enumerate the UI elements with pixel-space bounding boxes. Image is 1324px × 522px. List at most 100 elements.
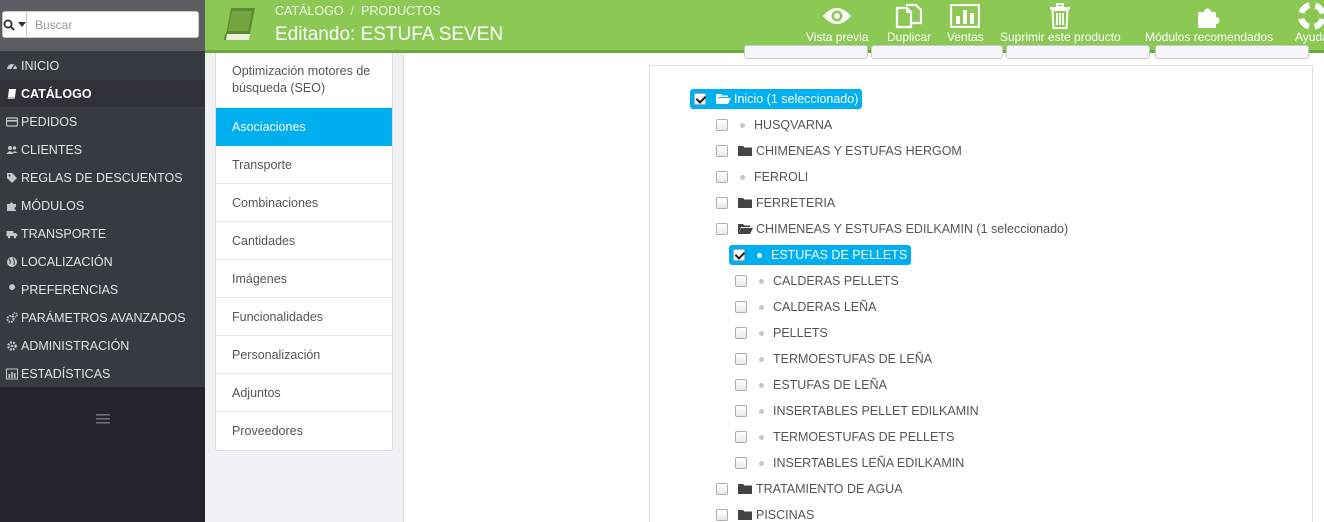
main-menu: INICIO CATÁLOGO PEDIDOS CLIENTES REGLAS … — [0, 51, 205, 387]
category-checkbox[interactable] — [716, 223, 728, 235]
tree-node-label[interactable]: ESTUFAS DE PELLETS — [771, 248, 907, 262]
tree-node-husqvarna[interactable]: HUSQVARNA — [716, 115, 832, 135]
category-checkbox[interactable] — [735, 457, 747, 469]
tree-node-label[interactable]: Inicio (1 seleccionado) — [734, 92, 858, 106]
menu-item-reglas-descuentos[interactable]: REGLAS DE DESCUENTOS — [0, 163, 205, 191]
tab-adjuntos[interactable]: Adjuntos — [216, 374, 392, 412]
category-checkbox[interactable] — [716, 483, 728, 495]
menu-item-administracion[interactable]: ADMINISTRACIÓN — [0, 331, 205, 359]
category-checkbox[interactable] — [733, 249, 745, 261]
category-checkbox[interactable] — [735, 353, 747, 365]
tree-node-label[interactable]: CHIMENEAS Y ESTUFAS EDILKAMIN (1 selecci… — [756, 222, 1068, 236]
category-checkbox[interactable] — [716, 197, 728, 209]
tree-node-calderas-lena[interactable]: CALDERAS LEÑA — [735, 297, 877, 317]
menu-item-modulos[interactable]: MÓDULOS — [0, 191, 205, 219]
tab-funcionalidades[interactable]: Funcionalidades — [216, 298, 392, 336]
folder-icon — [738, 509, 753, 521]
tree-node-estufas-pellets[interactable]: ESTUFAS DE PELLETS — [729, 245, 912, 265]
tree-actions-bar — [744, 45, 1324, 60]
category-checkbox[interactable] — [735, 431, 747, 443]
tree-node-label[interactable]: CHIMENEAS Y ESTUFAS HERGOM — [756, 144, 962, 158]
tree-node-label[interactable]: PISCINAS — [756, 508, 814, 522]
category-checkbox[interactable] — [716, 509, 728, 521]
tree-action-button[interactable] — [744, 45, 868, 59]
tree-node-ferreteria[interactable]: FERRETERIA — [716, 193, 835, 213]
menu-item-parametros-avanzados[interactable]: PARÁMETROS AVANZADOS — [0, 303, 205, 331]
category-checkbox[interactable] — [735, 327, 747, 339]
category-checkbox[interactable] — [735, 379, 747, 391]
tree-node-chimeneas-edilkamin[interactable]: CHIMENEAS Y ESTUFAS EDILKAMIN (1 selecci… — [716, 219, 1068, 239]
tree-node-label[interactable]: TERMOESTUFAS DE PELLETS — [773, 430, 954, 444]
menu-item-label: MÓDULOS — [21, 198, 85, 213]
category-tree: Inicio (1 seleccionado) HUSQVARNA CHIMEN… — [649, 65, 1313, 522]
menu-item-catalogo[interactable]: CATÁLOGO — [0, 79, 205, 107]
tab-personalizacion[interactable]: Personalización — [216, 336, 392, 374]
category-checkbox[interactable] — [716, 171, 728, 183]
duplicate-button[interactable]: Duplicar — [887, 3, 931, 47]
menu-item-label: PARÁMETROS AVANZADOS — [21, 310, 186, 325]
tree-node-label[interactable]: CALDERAS PELLETS — [773, 274, 899, 288]
tree-node-termoestufas-pellets[interactable]: TERMOESTUFAS DE PELLETS — [735, 427, 954, 447]
tree-node-termoestufas-lena[interactable]: TERMOESTUFAS DE LEÑA — [735, 349, 932, 369]
menu-item-estadisticas[interactable]: ESTADÍSTICAS — [0, 359, 205, 387]
tree-action-button[interactable] — [871, 45, 1003, 59]
category-checkbox[interactable] — [694, 93, 706, 105]
tree-node-label[interactable]: PELLETS — [773, 326, 828, 340]
tab-combinaciones[interactable]: Combinaciones — [216, 184, 392, 222]
search-input[interactable] — [27, 11, 199, 38]
tab-proveedores[interactable]: Proveedores — [216, 412, 392, 450]
tab-transporte[interactable]: Transporte — [216, 146, 392, 184]
tree-node-inicio[interactable]: Inicio (1 seleccionado) — [690, 89, 863, 109]
menu-item-clientes[interactable]: CLIENTES — [0, 135, 205, 163]
tree-node-tratamiento-agua[interactable]: TRATAMIENTO DE AGUA — [716, 479, 903, 499]
menu-collapse-toggle[interactable] — [0, 408, 205, 430]
menu-item-pedidos[interactable]: PEDIDOS — [0, 107, 205, 135]
dashboard-icon — [5, 59, 19, 73]
tree-node-label[interactable]: FERROLI — [754, 170, 808, 184]
tab-asociaciones[interactable]: Asociaciones — [216, 108, 392, 146]
tree-node-label[interactable]: INSERTABLES LEÑA EDILKAMIN — [773, 456, 964, 470]
leaf-bullet-icon — [759, 434, 764, 440]
preview-button[interactable]: Vista previa — [806, 3, 868, 47]
tree-node-insertables-lena[interactable]: INSERTABLES LEÑA EDILKAMIN — [735, 453, 964, 473]
category-checkbox[interactable] — [735, 275, 747, 287]
category-checkbox[interactable] — [716, 145, 728, 157]
category-checkbox[interactable] — [735, 301, 747, 313]
tree-node-calderas-pellets[interactable]: CALDERAS PELLETS — [735, 271, 899, 291]
tree-node-pellets[interactable]: PELLETS — [735, 323, 828, 343]
delete-product-button[interactable]: Suprimir este producto — [1000, 3, 1121, 47]
tree-node-ferroli[interactable]: FERROLI — [716, 167, 808, 187]
menu-item-localizacion[interactable]: LOCALIZACIÓN — [0, 247, 205, 275]
tree-node-chimeneas-hergom[interactable]: CHIMENEAS Y ESTUFAS HERGOM — [716, 141, 962, 161]
tab-cantidades[interactable]: Cantidades — [216, 222, 392, 260]
search-type-dropdown[interactable] — [2, 11, 27, 38]
menu-item-preferencias[interactable]: PREFERENCIAS — [0, 275, 205, 303]
tree-node-estufas-lena[interactable]: ESTUFAS DE LEÑA — [735, 375, 887, 395]
tree-action-button[interactable] — [1006, 45, 1150, 59]
category-checkbox[interactable] — [735, 405, 747, 417]
recommended-modules-button[interactable]: Módulos recomendados — [1145, 3, 1273, 47]
menu-item-inicio[interactable]: INICIO — [0, 51, 205, 79]
tree-node-label[interactable]: HUSQVARNA — [754, 118, 832, 132]
help-button[interactable]: Ayuda — [1295, 2, 1324, 47]
content-area: Optimización motores de búsqueda (SEO) A… — [205, 45, 1324, 522]
tab-seo[interactable]: Optimización motores de búsqueda (SEO) — [216, 53, 392, 108]
truck-icon — [5, 227, 19, 241]
tree-node-label[interactable]: TRATAMIENTO DE AGUA — [756, 482, 903, 496]
sales-button[interactable]: Ventas — [947, 3, 984, 47]
tree-node-insertables-pellet[interactable]: INSERTABLES PELLET EDILKAMIN — [735, 401, 979, 421]
menu-item-label: INICIO — [21, 58, 60, 73]
menu-item-label: TRANSPORTE — [21, 226, 107, 241]
search-area — [0, 0, 205, 51]
category-checkbox[interactable] — [716, 119, 728, 131]
menu-item-transporte[interactable]: TRANSPORTE — [0, 219, 205, 247]
folder-open-icon — [738, 223, 753, 235]
tree-node-label[interactable]: TERMOESTUFAS DE LEÑA — [773, 352, 932, 366]
tree-action-button[interactable] — [1155, 45, 1309, 59]
tree-node-label[interactable]: INSERTABLES PELLET EDILKAMIN — [773, 404, 979, 418]
tree-node-label[interactable]: CALDERAS LEÑA — [773, 300, 877, 314]
tree-node-label[interactable]: FERRETERIA — [756, 196, 835, 210]
tab-imagenes[interactable]: Imágenes — [216, 260, 392, 298]
tree-node-piscinas[interactable]: PISCINAS — [716, 505, 814, 522]
tree-node-label[interactable]: ESTUFAS DE LEÑA — [773, 378, 887, 392]
